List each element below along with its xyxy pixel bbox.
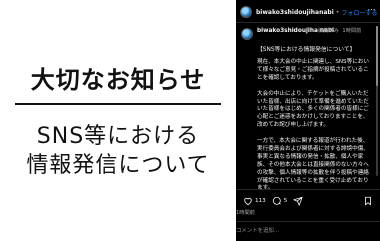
image-subline-2: 情報発信について (26, 153, 210, 178)
post-timestamp: 1時間前 (236, 210, 255, 216)
comment-input[interactable]: コメントを追加… (236, 226, 380, 234)
bookmark-icon[interactable] (361, 194, 375, 208)
comment-divider (236, 221, 380, 222)
action-bar: 113 5 (236, 194, 380, 208)
scrollbar-thumb[interactable] (376, 26, 378, 86)
header-divider (236, 22, 380, 23)
more-options-icon[interactable]: … (368, 3, 377, 12)
heart-icon[interactable] (241, 194, 255, 208)
caption-avatar[interactable] (241, 28, 253, 40)
comment-count[interactable]: 5 (284, 198, 288, 204)
caption-paragraph: 大会の中止により、チケットをご購入いただいた皆様、出店に向けて準備を進めていただ… (257, 90, 369, 129)
image-divider (15, 103, 221, 105)
comment-icon[interactable] (270, 194, 284, 208)
header-username[interactable]: biwako3shidoujihanabi (256, 9, 334, 16)
caption-paragraph: 現在、本大会の中止に関連し、SNS等において様々なご意見・ご指摘が投稿されている… (257, 59, 369, 81)
edited-label: 編集済み (318, 28, 339, 34)
caption-time: 1時間前 (342, 28, 362, 34)
caption-title: 【SNS等における情報発信について】 (257, 47, 356, 53)
caption-meta: 編集済み 1時間前 (318, 27, 378, 35)
comment-panel: biwako3shidoujihanabi • フォローする … biwako3… (236, 0, 380, 241)
image-headline: 大切なお知らせ (30, 66, 206, 94)
caption-paragraph: 一方で、本大会に関する報道が行われた後、実行委員会および関係者に対する誹謗中傷、… (257, 138, 369, 191)
caption-body: 現在、本大会の中止に関連し、SNS等において様々なご意見・ご指摘が投稿されている… (257, 59, 369, 201)
image-subline-1: SNS等における (36, 124, 200, 149)
like-count[interactable]: 113 (255, 198, 266, 204)
share-icon[interactable] (291, 194, 305, 208)
actions-divider (236, 189, 380, 190)
post-image: 大切なお知らせ SNS等における 情報発信について (0, 0, 236, 241)
avatar[interactable] (240, 6, 252, 18)
post-header: biwako3shidoujihanabi • フォローする … (236, 3, 380, 21)
header-separator: • (335, 8, 340, 16)
